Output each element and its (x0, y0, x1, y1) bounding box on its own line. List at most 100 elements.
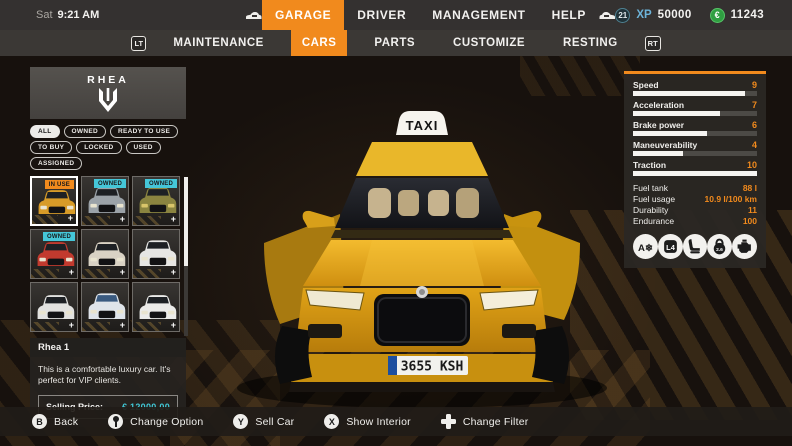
filter-assigned[interactable]: ASSIGNED (30, 157, 83, 170)
stat-bar (633, 91, 745, 96)
money-value: 11243 (730, 9, 764, 21)
filter-ready-to-use[interactable]: READY TO USE (109, 125, 179, 138)
garage-sub-nav: LT MAINTENANCE CARS PARTS CUSTOMIZE REST… (0, 30, 792, 56)
taxi-vehicle[interactable]: TAXI 3655 KSH (222, 88, 622, 418)
stat-label: Brake power (633, 120, 685, 130)
filter-owned[interactable]: OWNED (63, 125, 106, 138)
car-tile-4[interactable]: OWNED + (30, 229, 78, 279)
stat-value: 10 (746, 160, 757, 170)
euro-coin-icon: € (709, 7, 725, 23)
svg-text:TAXI: TAXI (406, 118, 439, 133)
time-label: 9:21 AM (57, 9, 100, 21)
svg-text:2.6: 2.6 (716, 247, 723, 253)
action-bar: B Back Change Option Y Sell Car X Show I… (0, 407, 792, 436)
filter-used[interactable]: USED (125, 141, 161, 154)
stat-brake-power: Brake power 6 (633, 120, 757, 136)
tab-help[interactable]: HELP (539, 0, 599, 30)
b-button-icon: B (32, 414, 47, 429)
expand-plus: + (67, 213, 73, 223)
filter-chips: ALL OWNED READY TO USE TO BUY LOCKED USE… (30, 125, 190, 170)
change-filter-action[interactable]: Change Filter (440, 414, 529, 429)
car-tile-2[interactable]: OWNED + (81, 176, 129, 226)
sell-car-action[interactable]: Y Sell Car (233, 414, 294, 429)
subtab-resting[interactable]: RESTING (552, 30, 629, 56)
right-mirror (509, 210, 542, 228)
stat-value: 7 (751, 100, 757, 110)
stat-traction: Traction 10 (633, 160, 757, 176)
expand-plus: + (119, 267, 125, 277)
gearbox-icon: L4 (657, 234, 683, 259)
svg-text:A❄: A❄ (638, 243, 653, 254)
xp-label: XP (636, 9, 652, 21)
stat-label: Maneuverability (633, 140, 698, 150)
grille (374, 294, 470, 346)
filter-all[interactable]: ALL (30, 125, 60, 138)
filter-to-buy[interactable]: TO BUY (30, 141, 73, 154)
main-nav: GARAGE DRIVER MANAGEMENT HELP (244, 0, 617, 30)
subtab-customize[interactable]: CUSTOMIZE (442, 30, 536, 56)
stat-bar (633, 111, 720, 116)
car-grid-scrollbar[interactable] (184, 177, 188, 336)
dpad-icon (440, 414, 456, 429)
subtab-cars[interactable]: CARS (290, 30, 348, 56)
car-tile-3[interactable]: OWNED + (132, 176, 180, 226)
license-plate: 3655 KSH (388, 356, 468, 375)
detail-value: 100 (742, 216, 757, 226)
status-badge: OWNED (94, 179, 126, 188)
car-tile-5[interactable]: + (81, 229, 129, 279)
detail-label: Fuel usage (633, 194, 676, 204)
expand-plus: + (170, 214, 176, 224)
tab-garage[interactable]: GARAGE (262, 0, 345, 30)
tab-driver[interactable]: DRIVER (344, 0, 419, 30)
stat-bar (633, 151, 683, 156)
car-name: Rhea 1 (30, 338, 186, 357)
expand-plus: + (170, 320, 176, 330)
subtab-maintenance[interactable]: MAINTENANCE (162, 30, 274, 56)
lt-trigger-icon[interactable]: LT (131, 35, 147, 51)
car-tile-7[interactable]: + (30, 282, 78, 332)
tab-management[interactable]: MANAGEMENT (419, 0, 538, 30)
car-tile-8[interactable]: + (81, 282, 129, 332)
filter-locked[interactable]: LOCKED (76, 141, 122, 154)
detail-label: Fuel tank (633, 183, 668, 193)
vehicle-details: Fuel tank 88 l Fuel usage 10.9 l/100 km Du… (633, 183, 757, 226)
show-interior-action[interactable]: X Show Interior (324, 414, 411, 429)
car-tile-1[interactable]: IN USE + (30, 176, 78, 226)
day-label: Sat (36, 9, 53, 21)
back-action[interactable]: B Back (32, 414, 78, 429)
stat-value: 6 (751, 120, 757, 130)
detail-durability: Durability 11 (633, 205, 757, 215)
change-option-action[interactable]: Change Option (108, 414, 203, 429)
expand-plus: + (119, 320, 125, 330)
lb-car-icon[interactable] (244, 0, 262, 30)
stat-value: 4 (751, 140, 757, 150)
top-bar: Sat 9:21 AM GARAGE DRIVER MANAGEMENT HELP… (0, 0, 792, 30)
brand-name: RHEA (87, 73, 129, 86)
car-description: This is a comfortable luxury car. It's p… (38, 364, 171, 386)
detail-label: Endurance (633, 216, 675, 226)
action-label: Show Interior (346, 415, 411, 428)
car-tile-9[interactable]: + (132, 282, 180, 332)
stat-bar (633, 131, 708, 136)
taxi-sign: TAXI (396, 111, 448, 135)
stat-value: 9 (751, 80, 757, 90)
rt-trigger-icon[interactable]: RT (644, 35, 661, 51)
detail-label: Durability (633, 205, 669, 215)
detail-fuel-tank: Fuel tank 88 l (633, 183, 757, 193)
weight-icon: 2.6 (707, 234, 733, 259)
scrollbar-thumb[interactable] (184, 177, 188, 267)
stat-label: Acceleration (633, 100, 685, 110)
windshield (335, 178, 509, 228)
rb-car-icon[interactable] (599, 0, 617, 30)
feature-icons: A❄ L4 2.6 (633, 234, 757, 259)
expand-plus: + (119, 214, 125, 224)
action-label: Change Filter (462, 415, 529, 428)
detail-value: 11 (748, 205, 757, 215)
car-tile-6[interactable]: + (132, 229, 180, 279)
xp-value: 50000 (657, 9, 692, 21)
status-badge: IN USE (44, 180, 74, 189)
level-badge: 21 (615, 7, 631, 23)
y-button-icon: Y (233, 414, 249, 429)
subtab-parts[interactable]: PARTS (363, 30, 426, 56)
stat-speed: Speed 9 (633, 80, 757, 96)
